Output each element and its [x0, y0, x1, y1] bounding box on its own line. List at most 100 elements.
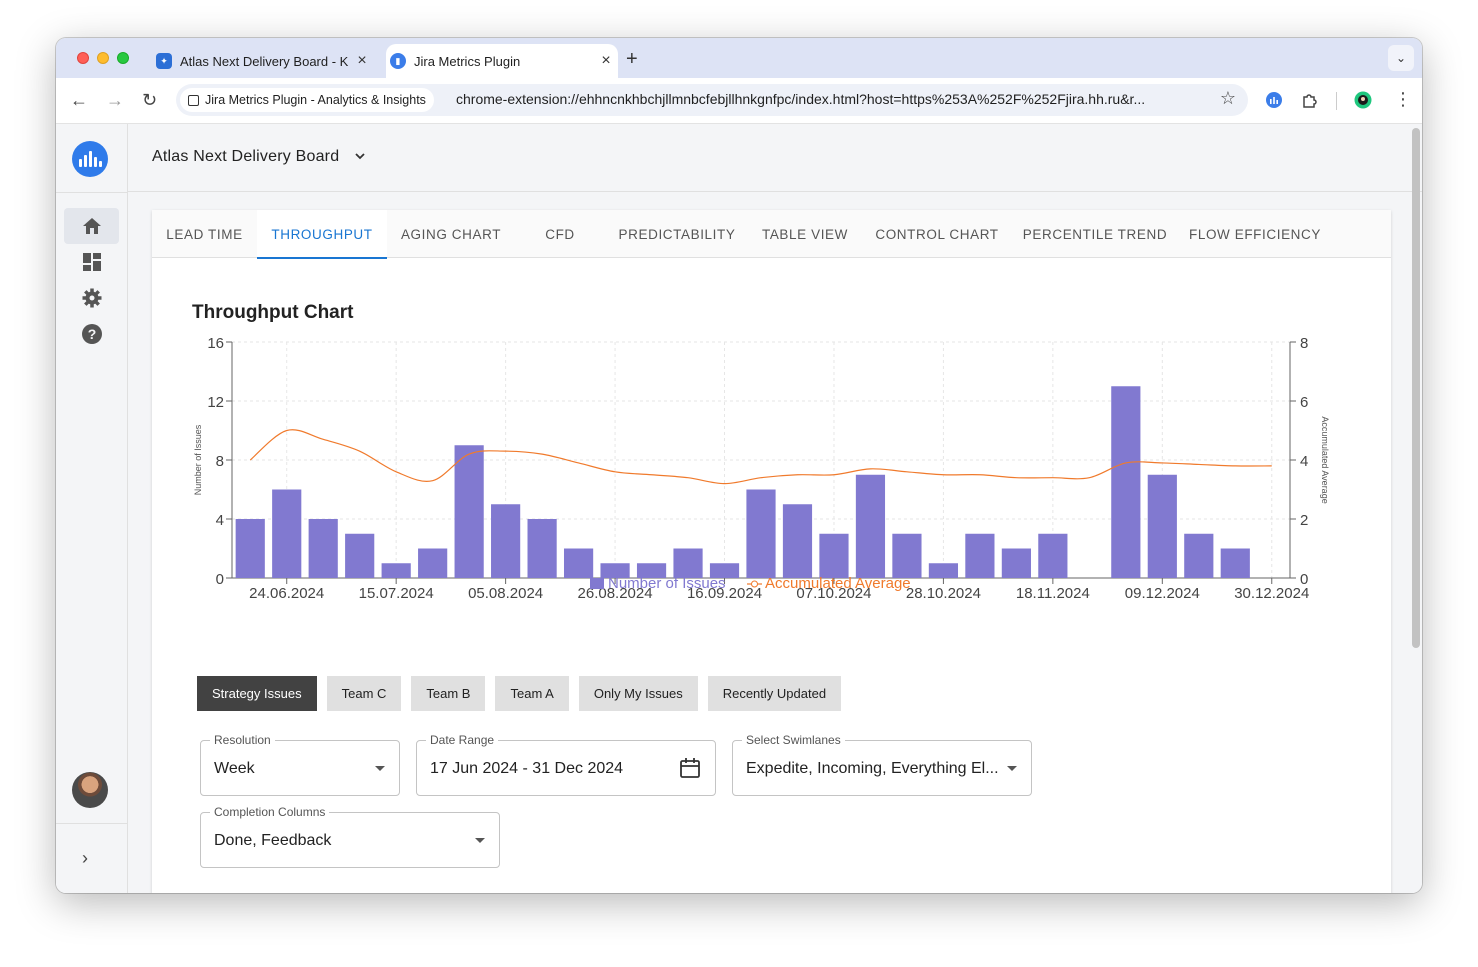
throughput-bar — [381, 563, 411, 578]
throughput-chart: 04812160246824.06.2024 15.07.2024 05.08.20… — [193, 335, 1330, 600]
chevron-down-icon[interactable] — [354, 150, 366, 162]
y2-tick-label: 2 — [1300, 512, 1308, 529]
tab-predictability[interactable]: PREDICTABILITY — [605, 210, 749, 258]
calendar-icon[interactable] — [679, 757, 701, 779]
board-header: Atlas Next Delivery Board — [128, 124, 1422, 192]
throughput-bar — [272, 489, 302, 578]
user-avatar[interactable] — [72, 772, 108, 808]
y2-tick-label: 4 — [1300, 453, 1308, 470]
tab-cfd[interactable]: CFD — [515, 210, 605, 258]
filter-strategy-issues[interactable]: Strategy Issues — [197, 676, 317, 711]
site-info-chip[interactable]: Jira Metrics Plugin - Analytics & Insigh… — [180, 88, 434, 112]
dashboard-icon — [82, 253, 101, 271]
x-tick-label: 09.12.2024 — [1125, 585, 1200, 600]
browser-window: ✦ Atlas Next Delivery Board - K × ▮ Jira… — [56, 38, 1422, 893]
date-range-field[interactable]: Date Range 17 Jun 2024 - 31 Dec 2024 — [416, 733, 716, 796]
field-label: Resolution — [210, 733, 275, 747]
legend-label-line: Accumulated Average — [765, 575, 911, 592]
metrics-card: LEAD TIME THROUGHPUT AGING CHART CFD PRE… — [152, 210, 1391, 893]
browser-toolbar: ← → ↻ Jira Metrics Plugin - Analytics & … — [56, 78, 1422, 124]
filter-team-b[interactable]: Team B — [411, 676, 486, 711]
reload-icon[interactable]: ↻ — [142, 90, 157, 111]
tab-lead-time[interactable]: LEAD TIME — [152, 210, 257, 258]
x-tick-label: 28.10.2024 — [906, 585, 981, 600]
new-tab-icon[interactable]: + — [626, 48, 638, 71]
app-area: ? › Atlas Next Delivery Board LEAD TIME … — [56, 124, 1422, 893]
y-tick-label: 4 — [216, 512, 224, 529]
filter-team-c[interactable]: Team C — [326, 676, 402, 711]
quick-filters: Strategy Issues Team C Team B Team A Onl… — [197, 676, 842, 711]
close-icon[interactable]: × — [594, 52, 618, 70]
puzzle-extensions-icon[interactable] — [1301, 91, 1319, 109]
site-chip-label: Jira Metrics Plugin - Analytics & Insigh… — [205, 93, 426, 107]
close-icon[interactable]: × — [350, 52, 374, 70]
jira-icon: ✦ — [156, 53, 172, 69]
resolution-select[interactable]: Resolution Week — [200, 733, 400, 796]
x-tick-label: 15.07.2024 — [359, 585, 434, 600]
y-tick-label: 0 — [216, 571, 224, 588]
home-icon — [82, 218, 101, 234]
field-label: Select Swimlanes — [742, 733, 845, 747]
tab-flow-efficiency[interactable]: FLOW EFFICIENCY — [1177, 210, 1333, 258]
nav-divider — [56, 823, 128, 824]
browser-tab-title: Atlas Next Delivery Board - K — [180, 53, 349, 69]
throughput-bar — [454, 445, 484, 578]
throughput-bar — [855, 474, 886, 578]
throughput-bar — [527, 519, 557, 578]
back-arrow-icon[interactable]: ← — [70, 90, 88, 111]
gear-icon — [82, 288, 101, 308]
throughput-bar — [1184, 533, 1214, 578]
swimlanes-select[interactable]: Select Swimlanes Expedite, Incoming, Eve… — [732, 733, 1032, 796]
nav-settings[interactable] — [64, 280, 119, 316]
throughput-bar — [308, 519, 338, 578]
side-navigation: ? › — [56, 124, 128, 893]
nav-home[interactable] — [64, 208, 119, 244]
chevron-down-icon[interactable]: ⌄ — [1388, 45, 1414, 71]
address-bar[interactable]: Jira Metrics Plugin - Analytics & Insigh… — [176, 84, 1248, 116]
tab-percentile-trend[interactable]: PERCENTILE TREND — [1013, 210, 1177, 258]
throughput-bar — [746, 489, 776, 578]
throughput-bar — [928, 563, 959, 578]
browser-tab-jira-metrics[interactable]: ▮ Jira Metrics Plugin × — [386, 44, 618, 78]
chart-title: Throughput Chart — [192, 302, 354, 323]
zoom-window-button[interactable] — [117, 52, 129, 64]
forward-arrow-icon[interactable]: → — [106, 90, 124, 111]
field-value: 17 Jun 2024 - 31 Dec 2024 — [430, 760, 624, 777]
filter-recently-updated[interactable]: Recently Updated — [707, 676, 842, 711]
more-menu-icon[interactable]: ⋮ — [1394, 89, 1412, 110]
close-window-button[interactable] — [77, 52, 89, 64]
throughput-bar — [673, 548, 703, 578]
nav-help[interactable]: ? — [64, 316, 119, 352]
chevron-right-icon[interactable]: › — [82, 848, 88, 869]
extension-page-icon — [188, 94, 199, 106]
y-axis-title: Number of Issues — [193, 424, 203, 495]
minimize-window-button[interactable] — [97, 52, 109, 64]
tab-throughput[interactable]: THROUGHPUT — [257, 210, 387, 259]
filter-only-my-issues[interactable]: Only My Issues — [578, 676, 698, 711]
app-logo-icon[interactable] — [72, 141, 108, 177]
browser-tab-strip: ✦ Atlas Next Delivery Board - K × ▮ Jira… — [56, 38, 1422, 78]
tab-table-view[interactable]: TABLE VIEW — [749, 210, 861, 258]
jira-metrics-extension-icon[interactable] — [1265, 91, 1283, 109]
tab-aging-chart[interactable]: AGING CHART — [387, 210, 515, 258]
page-scrollbar[interactable] — [1412, 128, 1420, 648]
y2-tick-label: 6 — [1300, 394, 1308, 411]
profile-icon[interactable] — [1354, 91, 1372, 109]
filter-team-a[interactable]: Team A — [495, 676, 569, 711]
browser-tab-title: Jira Metrics Plugin — [414, 53, 521, 69]
field-label: Completion Columns — [210, 805, 330, 819]
metrics-tabs: LEAD TIME THROUGHPUT AGING CHART CFD PRE… — [152, 210, 1391, 259]
browser-tab-atlas[interactable]: ✦ Atlas Next Delivery Board - K × — [152, 44, 374, 78]
bookmark-star-icon[interactable]: ☆ — [1220, 88, 1236, 109]
url-text[interactable]: chrome-extension://ehhncnkhbchjllmnbcfeb… — [456, 91, 1206, 107]
completion-columns-select[interactable]: Completion Columns Done, Feedback — [200, 805, 500, 868]
chart-icon: ▮ — [390, 53, 406, 69]
board-selector[interactable]: Atlas Next Delivery Board — [152, 148, 339, 166]
dropdown-arrow-icon — [1007, 766, 1017, 771]
tab-control-chart[interactable]: CONTROL CHART — [861, 210, 1013, 258]
field-value: Expedite, Incoming, Everything El... — [746, 760, 999, 777]
nav-dashboard[interactable] — [64, 244, 119, 280]
y-tick-label: 12 — [207, 394, 224, 411]
legend-label-bars: Number of Issues — [608, 575, 726, 592]
throughput-bar — [1220, 548, 1250, 578]
